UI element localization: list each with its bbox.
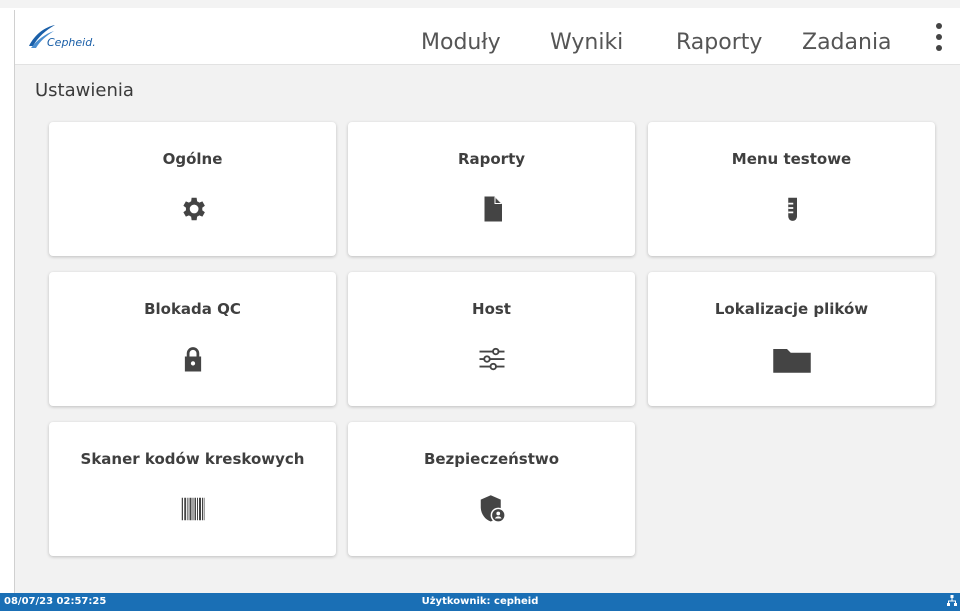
tile-host[interactable]: Host (348, 272, 635, 406)
tile-label: Menu testowe (731, 150, 852, 168)
app-header: Cepheid. Moduły Wyniki Raporty Zadania (15, 10, 960, 65)
tile-general[interactable]: Ogólne (49, 122, 336, 256)
tile-label: Lokalizacje plików (714, 300, 869, 318)
lock-icon (178, 344, 208, 374)
nav-modules[interactable]: Moduły (421, 10, 501, 64)
tile-reports[interactable]: Raporty (348, 122, 635, 256)
sliders-icon (477, 344, 507, 374)
more-menu-button[interactable] (927, 20, 951, 54)
tile-label: Raporty (457, 150, 526, 168)
barcode-icon (178, 494, 208, 524)
tile-label: Skaner kodów kreskowych (80, 450, 305, 468)
tile-barcode-scanner[interactable]: Skaner kodów kreskowych (49, 422, 336, 556)
tile-test-menu[interactable]: Menu testowe (648, 122, 935, 256)
tile-label: Blokada QC (144, 300, 241, 318)
shield-user-icon (477, 494, 507, 524)
app-window: Cepheid. Moduły Wyniki Raporty Zadania U… (14, 10, 960, 593)
cepheid-logo: Cepheid. (27, 24, 117, 54)
status-user: Użytkownik: cepheid (421, 596, 539, 607)
network-icon (947, 595, 957, 607)
gear-icon (178, 194, 208, 224)
page-title: Ustawienia (35, 80, 134, 101)
kebab-dot (936, 45, 942, 51)
folder-icon (772, 344, 812, 374)
tile-label: Ogólne (162, 150, 223, 168)
logo-text: Cepheid. (47, 36, 96, 49)
kebab-dot (936, 23, 942, 29)
tile-label: Bezpieczeństwo (423, 450, 560, 468)
kebab-dot (936, 34, 942, 40)
tile-qc-lockout[interactable]: Blokada QC (49, 272, 336, 406)
tile-file-locations[interactable]: Lokalizacje plików (648, 272, 935, 406)
test-tube-icon (777, 194, 807, 224)
nav-tasks[interactable]: Zadania (802, 10, 892, 64)
document-icon (477, 194, 507, 224)
status-bar: 08/07/23 02:57:25 Użytkownik: cepheid (0, 593, 960, 611)
nav-results[interactable]: Wyniki (550, 10, 623, 64)
tile-label: Host (472, 300, 511, 318)
tile-security[interactable]: Bezpieczeństwo (348, 422, 635, 556)
window-top-strip (0, 0, 960, 8)
nav-reports[interactable]: Raporty (676, 10, 762, 64)
